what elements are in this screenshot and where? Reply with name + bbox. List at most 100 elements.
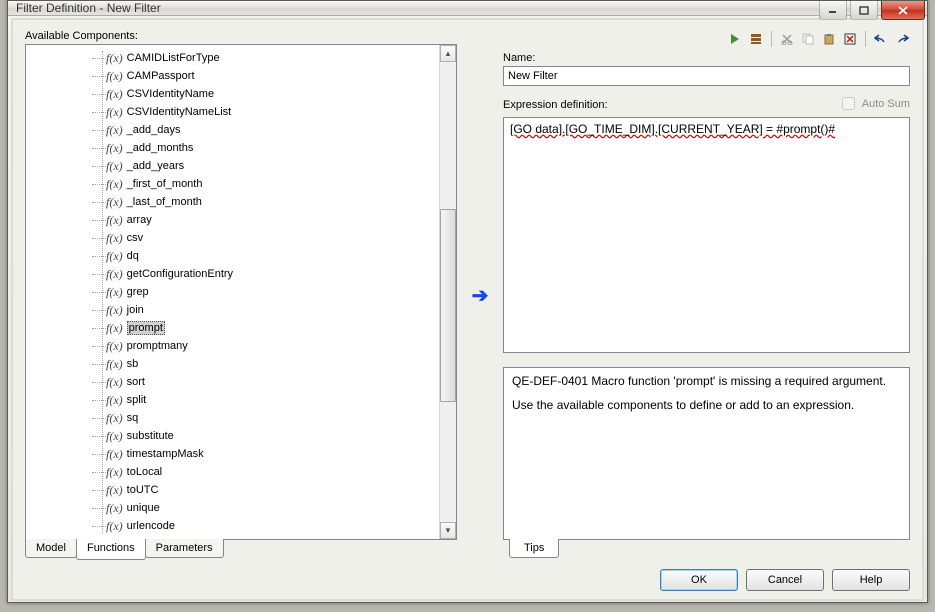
fx-icon: f(x) xyxy=(106,447,123,462)
name-input[interactable] xyxy=(503,66,910,86)
function-item[interactable]: f(x)_add_months xyxy=(80,139,439,157)
fx-icon: f(x) xyxy=(106,303,123,318)
function-label: CAMPassport xyxy=(127,70,195,82)
help-button[interactable]: Help xyxy=(832,569,910,591)
run-icon[interactable] xyxy=(727,31,743,47)
function-item[interactable]: f(x)_add_days xyxy=(80,121,439,139)
function-label: urlencode xyxy=(127,520,175,532)
fx-icon: f(x) xyxy=(106,51,123,66)
tips-error-text: QE-DEF-0401 Macro function 'prompt' is m… xyxy=(512,374,901,388)
function-item[interactable]: f(x)sb xyxy=(80,355,439,373)
function-label: substitute xyxy=(127,430,174,442)
auto-sum-input[interactable] xyxy=(842,97,855,110)
maximize-button[interactable] xyxy=(850,1,878,20)
function-item[interactable]: f(x)array xyxy=(80,211,439,229)
function-item[interactable]: f(x)toLocal xyxy=(80,463,439,481)
function-label: promptmany xyxy=(127,340,188,352)
function-label: csv xyxy=(127,232,144,244)
function-item[interactable]: f(x)dq xyxy=(80,247,439,265)
function-item[interactable]: f(x) getConfigurationEntry xyxy=(80,265,439,283)
function-label: join xyxy=(127,304,144,316)
function-item[interactable]: f(x)urlencode xyxy=(80,517,439,535)
window-title: Filter Definition - New Filter xyxy=(16,1,161,15)
fx-icon: f(x) xyxy=(106,87,123,102)
function-item[interactable]: f(x) timestampMask xyxy=(80,445,439,463)
dialog-window: Filter Definition - New Filter Available… xyxy=(7,0,928,603)
scroll-thumb[interactable] xyxy=(440,209,456,402)
function-label: prompt xyxy=(127,321,165,335)
close-button[interactable] xyxy=(881,1,925,20)
tab-functions[interactable]: Functions xyxy=(76,539,146,560)
titlebar[interactable]: Filter Definition - New Filter xyxy=(8,1,927,16)
fx-icon: f(x) xyxy=(106,429,123,444)
tips-tabs: Tips xyxy=(503,539,910,561)
function-item[interactable]: f(x)_first_of_month xyxy=(80,175,439,193)
tab-model[interactable]: Model xyxy=(25,539,77,558)
cancel-button[interactable]: Cancel xyxy=(746,569,824,591)
fx-icon: f(x) xyxy=(106,195,123,210)
function-item[interactable]: f(x)grep xyxy=(80,283,439,301)
insert-arrow-column: ➔ xyxy=(467,30,493,561)
function-item[interactable]: f(x)csv xyxy=(80,229,439,247)
function-label: _add_months xyxy=(127,142,194,154)
function-label: timestampMask xyxy=(127,448,204,460)
function-label: CAMIDListForType xyxy=(127,52,220,64)
available-components-label: Available Components: xyxy=(25,30,457,42)
clear-icon[interactable] xyxy=(842,31,858,47)
copy-icon[interactable] xyxy=(800,31,816,47)
fx-icon: f(x) xyxy=(106,501,123,516)
paste-icon[interactable] xyxy=(821,31,837,47)
select-all-icon[interactable] xyxy=(748,31,764,47)
fx-icon: f(x) xyxy=(106,357,123,372)
function-item[interactable]: f(x) sort xyxy=(80,373,439,391)
function-item[interactable]: f(x)_last_of_month xyxy=(80,193,439,211)
function-item[interactable]: f(x)CAMPassport xyxy=(80,67,439,85)
fx-icon: f(x) xyxy=(106,375,123,390)
function-item[interactable]: f(x) split xyxy=(80,391,439,409)
function-label: CSVIdentityNameList xyxy=(127,106,232,118)
expression-label: Expression definition: xyxy=(503,99,608,111)
undo-icon[interactable] xyxy=(873,31,889,47)
redo-icon[interactable] xyxy=(894,31,910,47)
function-item[interactable]: f(x) substitute xyxy=(80,427,439,445)
fx-icon: f(x) xyxy=(106,159,123,174)
fx-icon: f(x) xyxy=(106,267,123,282)
fx-icon: f(x) xyxy=(106,411,123,426)
fx-icon: f(x) xyxy=(106,393,123,408)
auto-sum-checkbox[interactable]: Auto Sum xyxy=(838,94,910,113)
cut-icon[interactable] xyxy=(779,31,795,47)
scroll-up-button[interactable]: ▲ xyxy=(440,45,456,62)
function-item[interactable]: f(x)promptmany xyxy=(80,337,439,355)
tab-tips[interactable]: Tips xyxy=(509,539,559,558)
scrollbar-vertical[interactable]: ▲ ▼ xyxy=(439,45,456,539)
scroll-down-button[interactable]: ▼ xyxy=(440,522,456,539)
function-label: _add_days xyxy=(127,124,181,136)
function-label: sort xyxy=(127,376,145,388)
available-components-panel: Available Components: f(x) CAMIDListForTy… xyxy=(25,30,457,561)
left-tabs: Model Functions Parameters xyxy=(25,539,457,561)
function-item[interactable]: f(x) join xyxy=(80,301,439,319)
minimize-button[interactable] xyxy=(819,1,847,20)
tips-box: QE-DEF-0401 Macro function 'prompt' is m… xyxy=(503,367,910,540)
function-label: split xyxy=(127,394,147,406)
function-label: getConfigurationEntry xyxy=(127,268,233,280)
function-item[interactable]: f(x) CAMIDListForType xyxy=(80,49,439,67)
function-item[interactable]: f(x)CSVIdentityNameList xyxy=(80,103,439,121)
function-item[interactable]: f(x)sq xyxy=(80,409,439,427)
ok-button[interactable]: OK xyxy=(660,569,738,591)
function-item[interactable]: f(x) _add_years xyxy=(80,157,439,175)
function-label: _add_years xyxy=(127,160,185,172)
function-label: _first_of_month xyxy=(127,178,203,190)
tab-parameters[interactable]: Parameters xyxy=(145,539,224,558)
function-label: grep xyxy=(127,286,149,298)
expression-textarea[interactable]: [GO data].[GO_TIME_DIM].[CURRENT_YEAR] =… xyxy=(503,117,910,353)
insert-arrow-icon[interactable]: ➔ xyxy=(472,283,489,308)
function-item[interactable]: f(x)toUTC xyxy=(80,481,439,499)
function-label: toUTC xyxy=(127,484,159,496)
components-list[interactable]: f(x)CAMIDListForTypef(x)CAMPassportf(x)C… xyxy=(25,44,457,540)
function-item[interactable]: f(x)unique xyxy=(80,499,439,517)
function-item[interactable]: f(x)CSVIdentityName xyxy=(80,85,439,103)
function-item[interactable]: f(x)prompt xyxy=(80,319,439,337)
expression-panel: Name: Expression definition: Auto Sum [G… xyxy=(503,30,910,561)
scroll-track[interactable] xyxy=(440,62,456,522)
